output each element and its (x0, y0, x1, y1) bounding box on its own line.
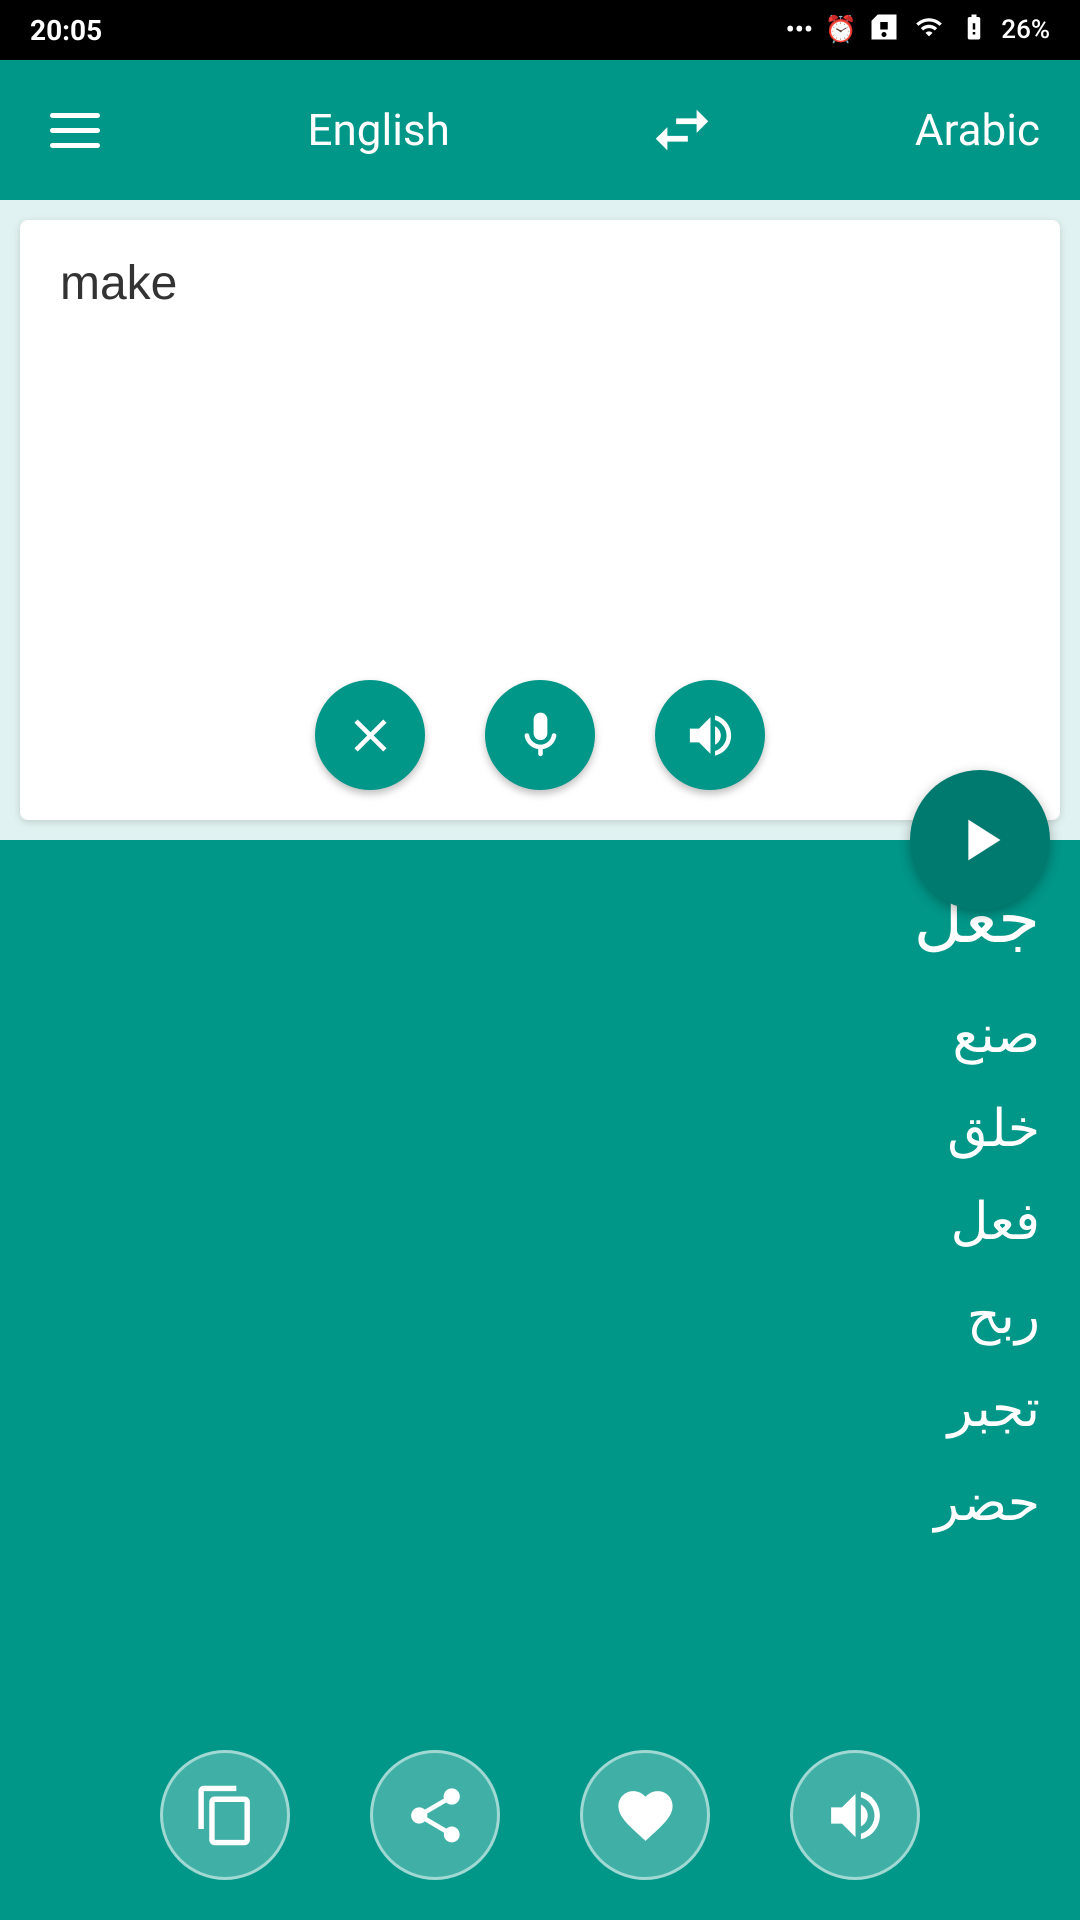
bottom-action-buttons (0, 1710, 1080, 1920)
translation-alt-2: خلق (40, 1083, 1040, 1177)
share-button[interactable] (370, 1750, 500, 1880)
translation-alt-5: تجبر (40, 1363, 1040, 1457)
primary-translation: جعل (40, 880, 1040, 959)
volume-up-icon (683, 708, 738, 763)
dots-icon: ••• (786, 15, 813, 45)
menu-button[interactable] (40, 103, 110, 158)
translation-alt-6: حضر (40, 1457, 1040, 1551)
signal-icon (911, 13, 947, 48)
toolbar: English Arabic (0, 60, 1080, 200)
sim-icon (869, 12, 899, 49)
translation-alt-3: فعل (40, 1176, 1040, 1270)
battery-percent: 26% (1001, 15, 1050, 45)
input-section: make (20, 220, 1060, 820)
translate-button[interactable] (910, 770, 1050, 910)
main-content: make (0, 200, 1080, 1920)
audio-output-button[interactable] (790, 1750, 920, 1880)
target-language[interactable]: Arabic (915, 104, 1040, 156)
source-language[interactable]: English (308, 104, 450, 156)
speak-source-button[interactable] (655, 680, 765, 790)
clear-button[interactable] (315, 680, 425, 790)
status-icons: ••• ⏰ 26% (786, 12, 1050, 49)
status-bar: 20:05 ••• ⏰ 26% (0, 0, 1080, 60)
close-icon (343, 708, 398, 763)
favorite-button[interactable] (580, 1750, 710, 1880)
translation-alt-1: صنع (40, 989, 1040, 1083)
copy-button[interactable] (160, 1750, 290, 1880)
audio-icon (823, 1783, 888, 1848)
translation-alt-4: ربح (40, 1270, 1040, 1364)
share-icon (403, 1783, 468, 1848)
battery-charging-icon (959, 12, 989, 49)
microphone-button[interactable] (485, 680, 595, 790)
translation-output: جعل صنع خلق فعل ربح تجبر حضر (0, 840, 1080, 1710)
time-display: 20:05 (30, 14, 102, 47)
favorite-icon (613, 1783, 678, 1848)
secondary-translations: صنع خلق فعل ربح تجبر حضر (40, 989, 1040, 1551)
swap-languages-button[interactable] (647, 95, 717, 165)
translation-section: جعل صنع خلق فعل ربح تجبر حضر (0, 840, 1080, 1920)
send-icon (945, 805, 1015, 875)
microphone-icon (513, 708, 568, 763)
source-text-input[interactable]: make (60, 250, 1020, 660)
alarm-icon: ⏰ (825, 15, 857, 45)
copy-icon (193, 1783, 258, 1848)
input-action-buttons (60, 660, 1020, 790)
